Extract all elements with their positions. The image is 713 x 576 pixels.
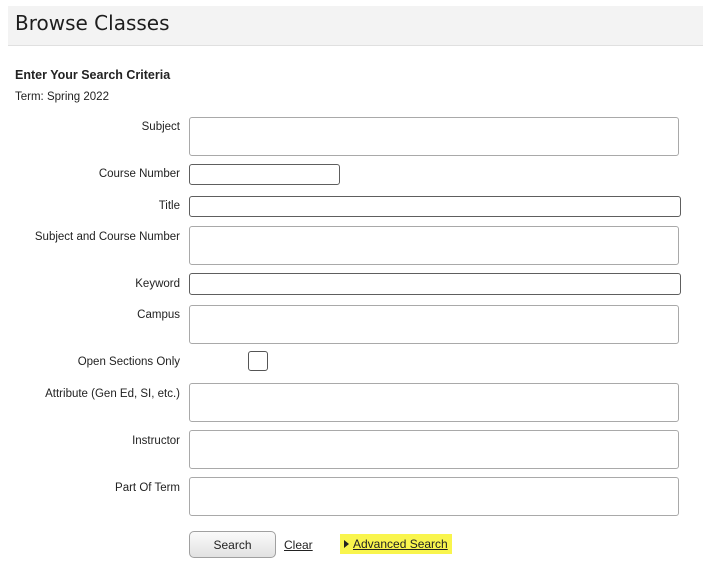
attribute-field[interactable] (189, 383, 679, 422)
section-title: Enter Your Search Criteria (15, 68, 171, 82)
course-number-field[interactable] (189, 164, 340, 185)
part-of-term-label: Part Of Term (115, 482, 180, 494)
keyword-label: Keyword (135, 278, 180, 290)
term-label: Term: Spring 2022 (15, 91, 109, 103)
open-sections-checkbox[interactable] (248, 351, 268, 371)
clear-link[interactable]: Clear (284, 538, 313, 552)
attribute-label: Attribute (Gen Ed, SI, etc.) (45, 388, 180, 400)
title-label: Title (158, 200, 180, 212)
title-field[interactable] (189, 196, 681, 217)
campus-field[interactable] (189, 305, 679, 344)
subject-course-label: Subject and Course Number (34, 231, 180, 243)
course-number-label: Course Number (98, 168, 180, 180)
subject-label: Subject (141, 121, 180, 133)
subject-field[interactable] (189, 117, 679, 156)
advanced-search-label: Advanced Search (353, 537, 448, 551)
part-of-term-field[interactable] (189, 477, 679, 516)
campus-label: Campus (137, 309, 180, 321)
advanced-search-link[interactable]: Advanced Search (340, 534, 452, 554)
keyword-field[interactable] (189, 273, 681, 295)
search-button[interactable]: Search (189, 531, 276, 558)
page-header: Browse Classes (8, 6, 703, 46)
instructor-field[interactable] (189, 430, 679, 469)
open-sections-label: Open Sections Only (77, 356, 180, 368)
instructor-label: Instructor (132, 435, 180, 447)
subject-course-field[interactable] (189, 226, 679, 265)
page-title: Browse Classes (15, 11, 170, 35)
caret-right-icon (344, 540, 349, 548)
